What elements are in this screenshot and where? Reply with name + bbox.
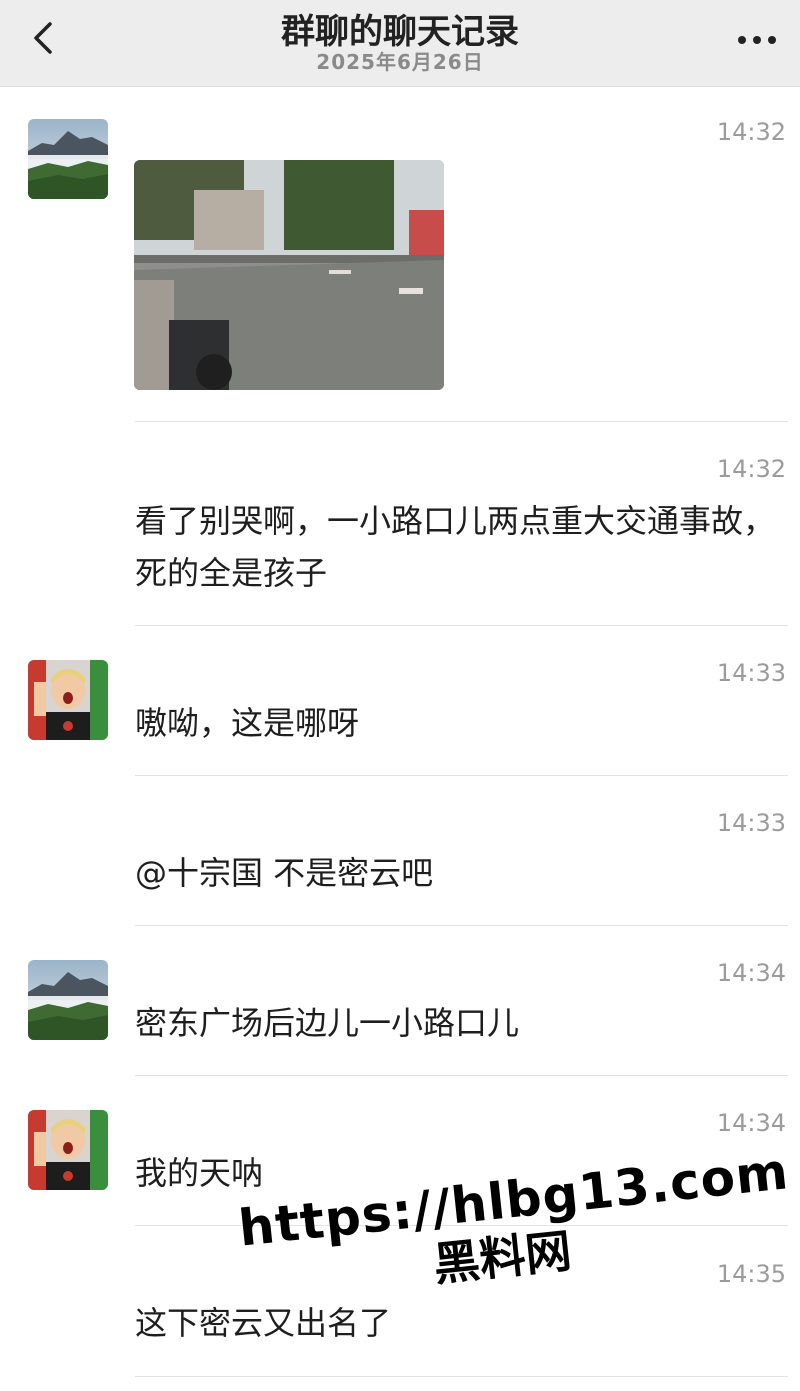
message-text: 密东广场后边儿一小路口儿 <box>135 1004 520 1042</box>
message-divider <box>135 1376 788 1377</box>
message-text: 看了别哭啊，一小路口儿两点重大交通事故，死的全是孩子 <box>135 502 776 592</box>
message-time: 14:34 <box>716 959 786 987</box>
mountain-avatar-icon[interactable] <box>28 960 108 1040</box>
message-divider <box>135 625 788 626</box>
message-divider <box>135 925 788 926</box>
message-text: @十宗国 不是密云吧 <box>135 854 434 892</box>
more-options-icon[interactable] <box>732 20 782 56</box>
message-text: 嗷呦，这是哪呀 <box>135 704 360 742</box>
message-time: 14:32 <box>716 118 786 146</box>
message-text: 这下密云又出名了 <box>135 1304 392 1342</box>
street-accident-photo[interactable] <box>134 160 444 390</box>
message-divider <box>135 1075 788 1076</box>
message-divider <box>135 421 788 422</box>
message-time: 14:32 <box>716 455 786 483</box>
mountain-avatar-icon[interactable] <box>28 119 108 199</box>
message-time: 14:34 <box>716 1109 786 1137</box>
message-time: 14:35 <box>716 1260 786 1288</box>
message-time: 14:33 <box>716 809 786 837</box>
child-avatar-icon[interactable] <box>28 660 108 740</box>
top-bar: 群聊的聊天记录 2025年6月26日 <box>0 0 800 87</box>
message-divider <box>135 775 788 776</box>
chat-date: 2025年6月26日 <box>316 50 484 74</box>
child-avatar-icon[interactable] <box>28 1110 108 1190</box>
message-time: 14:33 <box>716 659 786 687</box>
